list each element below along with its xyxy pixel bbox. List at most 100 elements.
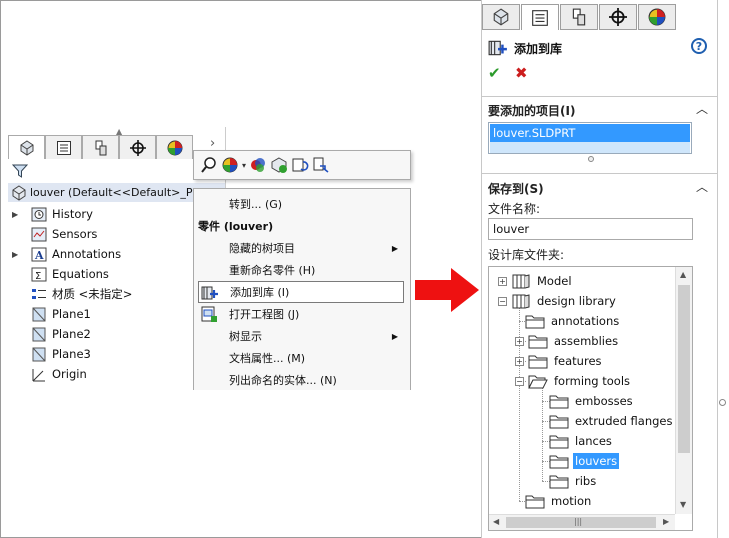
file-name-label: 文件名称: (488, 202, 541, 216)
tree-folder-label: ribs (575, 474, 597, 488)
resize-handle-icon[interactable] (588, 156, 594, 162)
menu-item-list-named-entities[interactable]: 列出命名的实体... (N) (194, 369, 410, 391)
vertical-scrollbar[interactable]: ▲ ▼ (675, 267, 692, 514)
edit-appearance-icon[interactable] (249, 156, 267, 174)
menu-item-tree-display[interactable]: 树显示 ▶ (194, 325, 410, 347)
scroll-right-arrow-icon[interactable]: ▶ (663, 517, 669, 526)
folder-icon (528, 353, 548, 369)
tab-configuration-manager[interactable] (560, 4, 598, 30)
property-manager-icon (532, 9, 548, 26)
tab-configuration-manager[interactable] (82, 135, 119, 159)
tree-folder-annotations[interactable]: annotations (525, 311, 621, 331)
tree-item-origin[interactable]: Origin (8, 364, 87, 384)
scroll-thumb[interactable] (678, 285, 690, 453)
horizontal-scrollbar[interactable]: ◀ ||| ▶ (489, 514, 675, 530)
more-tabs-chevron-icon[interactable]: › (210, 136, 215, 151)
scroll-left-arrow-icon[interactable]: ◀ (493, 517, 499, 526)
tree-connector (542, 381, 543, 481)
tree-item-plane3[interactable]: Plane3 (8, 344, 91, 364)
design-library-folder-label: 设计库文件夹: (488, 248, 565, 262)
selected-item[interactable]: louver.SLDPRT (490, 124, 690, 142)
expand-arrow-icon[interactable]: ▶ (12, 210, 24, 219)
tree-folder-lances[interactable]: lances (549, 431, 614, 451)
tab-property-manager[interactable] (521, 4, 559, 30)
menu-item-rename-part[interactable]: 重新命名零件 (H) (194, 259, 410, 281)
expand-arrow-icon[interactable]: ▶ (12, 250, 24, 259)
tree-folder-forming-tools[interactable]: − forming tools (515, 371, 632, 391)
expand-plus-icon[interactable]: + (515, 336, 524, 346)
tree-folder-embosses[interactable]: embosses (549, 391, 635, 411)
history-icon (30, 206, 48, 222)
tree-item-label: History (52, 207, 93, 221)
property-manager-icon (56, 140, 71, 155)
menu-item-open-drawing[interactable]: 打开工程图 (J) (194, 303, 410, 325)
menu-item-label: 重新命名零件 (H) (229, 264, 316, 277)
tree-item-history[interactable]: ▶ History (8, 204, 93, 224)
menu-item-add-to-library[interactable]: 添加到库 (I) (198, 281, 404, 303)
plane-icon (30, 346, 48, 362)
tree-item-plane2[interactable]: Plane2 (8, 324, 91, 344)
menu-header-label: 零件 (louver) (198, 220, 274, 233)
tree-item-plane1[interactable]: Plane1 (8, 304, 91, 324)
svg-text:A: A (34, 249, 44, 262)
reload-icon[interactable] (312, 156, 330, 174)
tree-item-sensors[interactable]: Sensors (8, 224, 97, 244)
expand-plus-icon[interactable]: + (515, 356, 524, 366)
tree-folder-extruded-flanges[interactable]: extruded flanges (549, 411, 674, 431)
menu-item-goto[interactable]: 转到... (G) (194, 193, 410, 215)
tab-feature-manager[interactable] (8, 135, 45, 159)
property-manager-tabs (482, 4, 718, 30)
tree-item-material[interactable]: 材质 <未指定> (8, 284, 132, 304)
ok-check-icon[interactable]: ✔ (488, 64, 501, 82)
context-toolbar: ▾ (193, 150, 411, 180)
menu-item-label: 添加到库 (I) (230, 286, 290, 299)
library-icon (511, 293, 531, 309)
tab-display-manager[interactable] (156, 135, 193, 159)
menu-item-hidden-tree-items[interactable]: 隐藏的树项目 ▶ (194, 237, 410, 259)
folder-icon (528, 333, 548, 349)
tree-folder-ribs[interactable]: ribs (549, 471, 598, 491)
zoom-to-selection-icon[interactable] (200, 156, 218, 174)
tab-property-manager[interactable] (45, 135, 82, 159)
folder-icon (549, 393, 569, 409)
filter-icon[interactable] (11, 163, 29, 182)
appearance-icon[interactable] (221, 156, 239, 174)
tree-folder-model[interactable]: + Model (498, 271, 574, 291)
collapse-minus-icon[interactable]: − (498, 296, 507, 306)
items-to-add-list[interactable]: louver.SLDPRT (488, 122, 692, 154)
collapse-minus-icon[interactable]: − (515, 376, 524, 386)
file-name-field[interactable]: louver (488, 218, 693, 240)
collapse-chevron-icon[interactable]: ︿ (696, 100, 708, 117)
menu-item-document-properties[interactable]: 文档属性... (M) (194, 347, 410, 369)
red-arrow-icon (415, 268, 479, 312)
design-library-folder-tree[interactable]: + Model − design library annotations + a… (488, 266, 693, 531)
tab-display-manager[interactable] (638, 4, 676, 30)
tree-folder-motion[interactable]: motion (525, 491, 593, 511)
list-empty-area[interactable] (490, 142, 690, 153)
scroll-down-arrow-icon[interactable]: ▼ (680, 500, 686, 509)
rebuild-icon[interactable] (291, 156, 309, 174)
tree-item-equations[interactable]: Σ Equations (8, 264, 109, 284)
tree-folder-assemblies[interactable]: + assemblies (515, 331, 620, 351)
library-icon (511, 273, 531, 289)
tab-dimxpert-manager[interactable] (599, 4, 637, 30)
tree-folder-louvers[interactable]: louvers (549, 451, 620, 471)
expand-plus-icon[interactable]: + (498, 276, 507, 286)
part-properties-icon[interactable] (270, 156, 288, 174)
collapse-chevron-icon[interactable]: ︿ (696, 178, 708, 195)
help-icon[interactable]: ? (691, 38, 707, 54)
tree-item-annotations[interactable]: ▶ A Annotations (8, 244, 121, 264)
cancel-x-icon[interactable]: ✖ (515, 64, 528, 82)
tree-item-label: Sensors (52, 227, 98, 241)
scroll-up-arrow-icon[interactable]: ▲ (680, 270, 686, 279)
tree-folder-design-library[interactable]: − design library (498, 291, 618, 311)
panel-resize-handle-icon[interactable] (719, 399, 726, 406)
submenu-arrow-icon: ▶ (391, 331, 398, 341)
dropdown-arrow-icon[interactable]: ▾ (242, 161, 246, 170)
tree-folder-label: extruded flanges (575, 414, 673, 428)
tree-item-label: Plane3 (52, 347, 91, 361)
panel-edge (717, 0, 729, 538)
tree-folder-features[interactable]: + features (515, 351, 604, 371)
tab-feature-manager[interactable] (482, 4, 520, 30)
tab-dimxpert-manager[interactable] (119, 135, 156, 159)
